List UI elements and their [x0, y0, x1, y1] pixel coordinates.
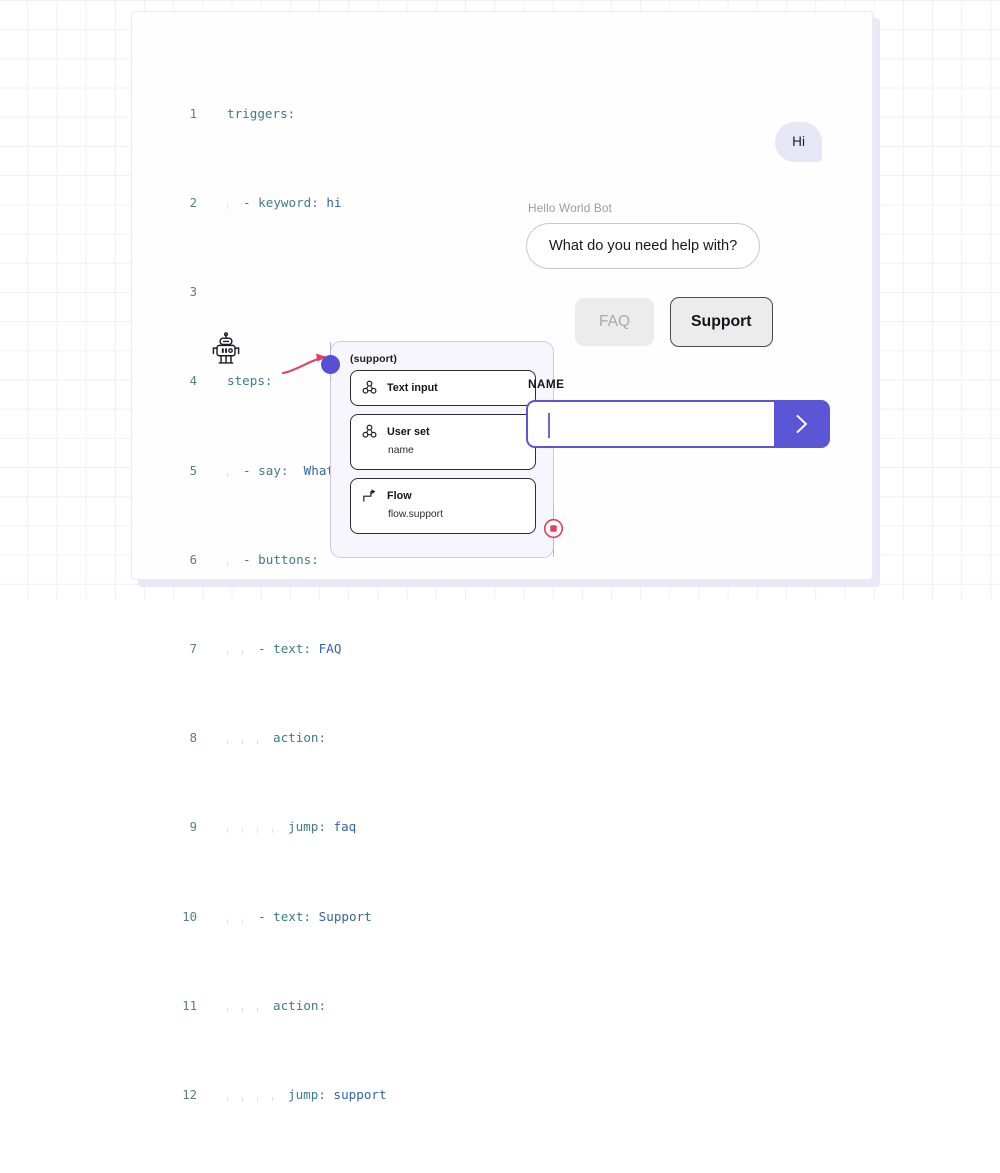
molecule-icon — [362, 380, 377, 394]
line-number: 9 — [189, 820, 197, 835]
chat-send-button[interactable] — [774, 401, 828, 446]
code-key: action: — [273, 730, 327, 746]
code-line: 8 action: — [165, 727, 585, 749]
quick-reply-faq-button[interactable]: FAQ — [575, 297, 655, 346]
code-line-content: action: — [197, 995, 585, 1017]
flow-node-label: User set — [387, 425, 430, 438]
code-key: - keyword: — [243, 195, 319, 211]
flow-node-flow[interactable]: Flow flow.support — [350, 478, 536, 534]
code-key: - say: — [243, 462, 289, 478]
line-number: 1 — [189, 106, 197, 121]
line-number: 2 — [189, 196, 197, 211]
line-number: 4 — [189, 374, 197, 389]
code-line-content: - text: FAQ — [197, 638, 585, 660]
line-number: 8 — [189, 731, 197, 746]
flow-node-sublabel: name — [388, 445, 414, 456]
code-line: 10 - text: Support — [165, 906, 585, 928]
line-number: 7 — [189, 642, 197, 657]
line-number: 3 — [189, 285, 197, 300]
chat-bot-bubble: What do you need help with? — [526, 222, 761, 269]
code-value: FAQ — [318, 641, 342, 657]
flow-node-user-set[interactable]: User set name — [350, 414, 536, 470]
code-line-content: jump: faq — [197, 816, 585, 838]
code-line: 2 - keyword: hi — [165, 192, 585, 214]
code-line-content: action: — [197, 727, 585, 749]
code-key: - text: — [258, 908, 312, 924]
code-line: 3 — [165, 281, 585, 303]
line-number: 11 — [182, 998, 197, 1013]
line-number: 10 — [182, 909, 197, 924]
code-line-content: - text: Support — [197, 906, 585, 928]
code-line: 9 jump: faq — [165, 816, 585, 838]
line-number: 6 — [189, 552, 197, 567]
code-value: Support — [318, 908, 372, 924]
code-line: 12 jump: support — [165, 1084, 585, 1106]
flow-stop-icon[interactable] — [543, 518, 564, 539]
line-number: 5 — [189, 463, 197, 478]
chat-input-wrapper[interactable] — [526, 399, 830, 448]
flow-title: (support) — [350, 353, 397, 365]
line-number: 12 — [182, 1087, 197, 1102]
robot-icon — [212, 332, 240, 364]
chat-preview: Hi Hello World Bot What do you need help… — [526, 122, 856, 448]
chat-user-bubble: Hi — [775, 122, 822, 162]
code-value: hi — [326, 195, 342, 211]
flow-diagram-card[interactable]: (support) Text input User set name Flow … — [281, 341, 564, 558]
code-line-content: jump: support — [197, 1084, 585, 1106]
text-caret — [548, 412, 550, 438]
code-key: triggers: — [227, 105, 296, 121]
flow-node-sublabel: flow.support — [388, 509, 443, 520]
code-line: 1 triggers: — [165, 103, 585, 125]
code-key: jump: — [288, 819, 326, 835]
app-panel: 1 triggers: 2 - keyword: hi 3 4 steps: 5… — [131, 11, 873, 1102]
code-key: - buttons: — [243, 551, 319, 567]
code-key: steps: — [227, 373, 273, 389]
code-line: 7 - text: FAQ — [165, 638, 585, 660]
flow-node-label: Flow — [387, 489, 412, 502]
quick-reply-support-button[interactable]: Support — [670, 296, 773, 347]
chat-bot-name: Hello World Bot — [528, 200, 612, 215]
flow-node-text-input[interactable]: Text input — [350, 370, 536, 406]
code-key: jump: — [288, 1086, 326, 1102]
chat-user-row: Hi — [526, 122, 856, 162]
flow-node-label: Text input — [387, 381, 438, 394]
code-value: faq — [333, 819, 357, 835]
code-line: 11 action: — [165, 995, 585, 1017]
code-value: support — [333, 1086, 387, 1102]
code-key: action: — [273, 997, 327, 1013]
code-editor[interactable]: 1 triggers: 2 - keyword: hi 3 4 steps: 5… — [165, 36, 585, 1173]
flow-step-icon — [363, 489, 376, 502]
chat-quick-reply-buttons: FAQ Support — [575, 296, 856, 347]
chevron-right-icon — [796, 414, 807, 433]
code-key: - text: — [258, 641, 312, 657]
flow-entry-dot[interactable] — [321, 355, 340, 374]
chat-input-label: NAME — [528, 376, 565, 391]
molecule-icon — [362, 424, 377, 438]
chat-input[interactable] — [528, 401, 774, 446]
